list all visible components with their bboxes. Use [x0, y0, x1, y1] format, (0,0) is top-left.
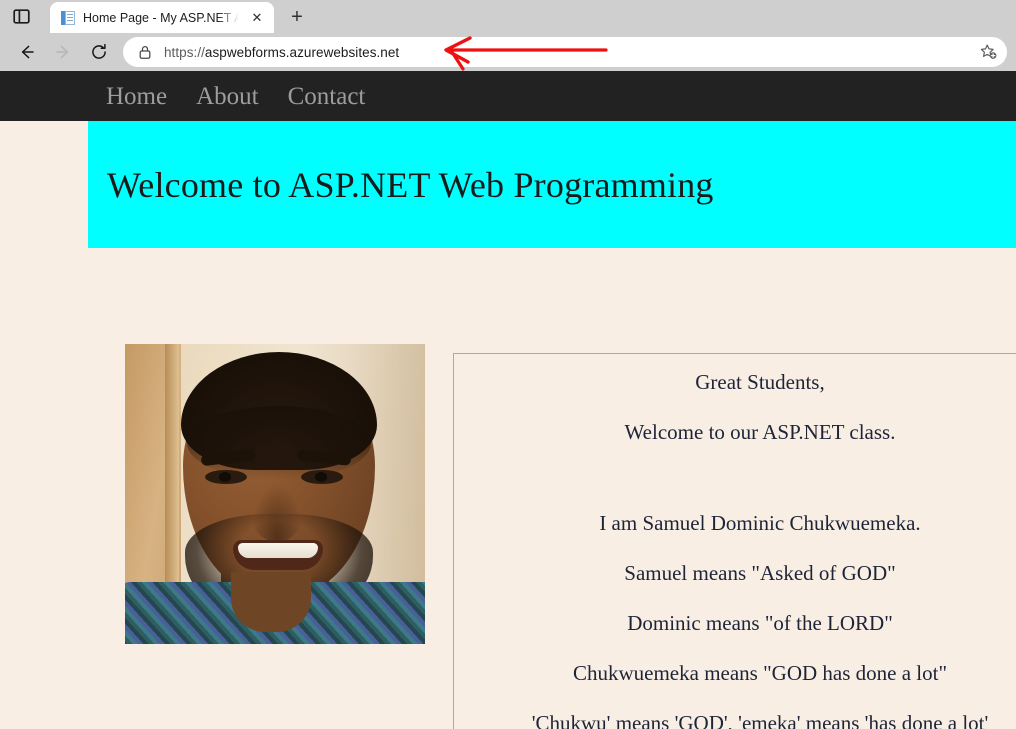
back-arrow-icon [21, 45, 34, 59]
browser-toolbar: https://aspwebforms.azurewebsites.net [0, 33, 1016, 71]
tab-actions-button[interactable] [0, 0, 42, 33]
tab-actions-icon [12, 9, 30, 24]
panel-line-spacer [454, 472, 1016, 486]
forward-arrow-icon [56, 45, 69, 59]
panel-line: Dominic means "of the LORD" [627, 611, 893, 635]
add-favorite-star-icon [980, 44, 997, 59]
hero-banner: Welcome to ASP.NET Web Programming [88, 121, 1016, 248]
panel-line: I am Samuel Dominic Chukwuemeka. [599, 511, 921, 535]
panel-line: Welcome to our ASP.NET class. [624, 420, 896, 444]
photo-image [125, 344, 425, 644]
page-viewport: Home About Contact Welcome to ASP.NET We… [0, 71, 1016, 729]
tab-strip: Home Page - My ASP.NET Application ✕ + [0, 0, 1016, 33]
address-bar-url: https://aspwebforms.azurewebsites.net [164, 45, 973, 60]
profile-photo [125, 344, 425, 644]
welcome-text-panel: Great Students, Welcome to our ASP.NET c… [453, 353, 1016, 729]
lock-icon [139, 45, 151, 59]
back-button[interactable] [9, 36, 45, 68]
browser-window: Home Page - My ASP.NET Application ✕ + [0, 0, 1016, 729]
nav-item-home[interactable]: Home [106, 84, 167, 109]
panel-line: Chukwuemeka means "GOD has done a lot" [572, 661, 948, 685]
panel-line: Great Students, [695, 370, 825, 394]
url-scheme: https:// [164, 44, 205, 60]
panel-line: Samuel means "Asked of GOD" [624, 561, 896, 585]
url-host: aspwebforms.azurewebsites.net [204, 44, 400, 60]
new-tab-button[interactable]: + [281, 2, 313, 32]
add-favorite-button[interactable] [973, 38, 1003, 66]
panel-line: 'Chukwu' means 'GOD', 'emeka' means 'has… [531, 711, 989, 729]
browser-tab[interactable]: Home Page - My ASP.NET Application ✕ [50, 2, 274, 33]
site-navbar: Home About Contact [0, 71, 1016, 121]
close-icon[interactable]: ✕ [246, 7, 268, 29]
reload-button[interactable] [81, 36, 117, 68]
nav-item-about[interactable]: About [196, 84, 259, 109]
tab-title: Home Page - My ASP.NET Application [83, 10, 239, 25]
address-bar[interactable]: https://aspwebforms.azurewebsites.net [123, 37, 1007, 67]
aspnet-document-favicon [60, 10, 76, 26]
reload-icon [92, 43, 106, 59]
forward-button[interactable] [45, 36, 81, 68]
page-title: Welcome to ASP.NET Web Programming [107, 164, 714, 205]
nav-item-contact[interactable]: Contact [288, 84, 366, 109]
